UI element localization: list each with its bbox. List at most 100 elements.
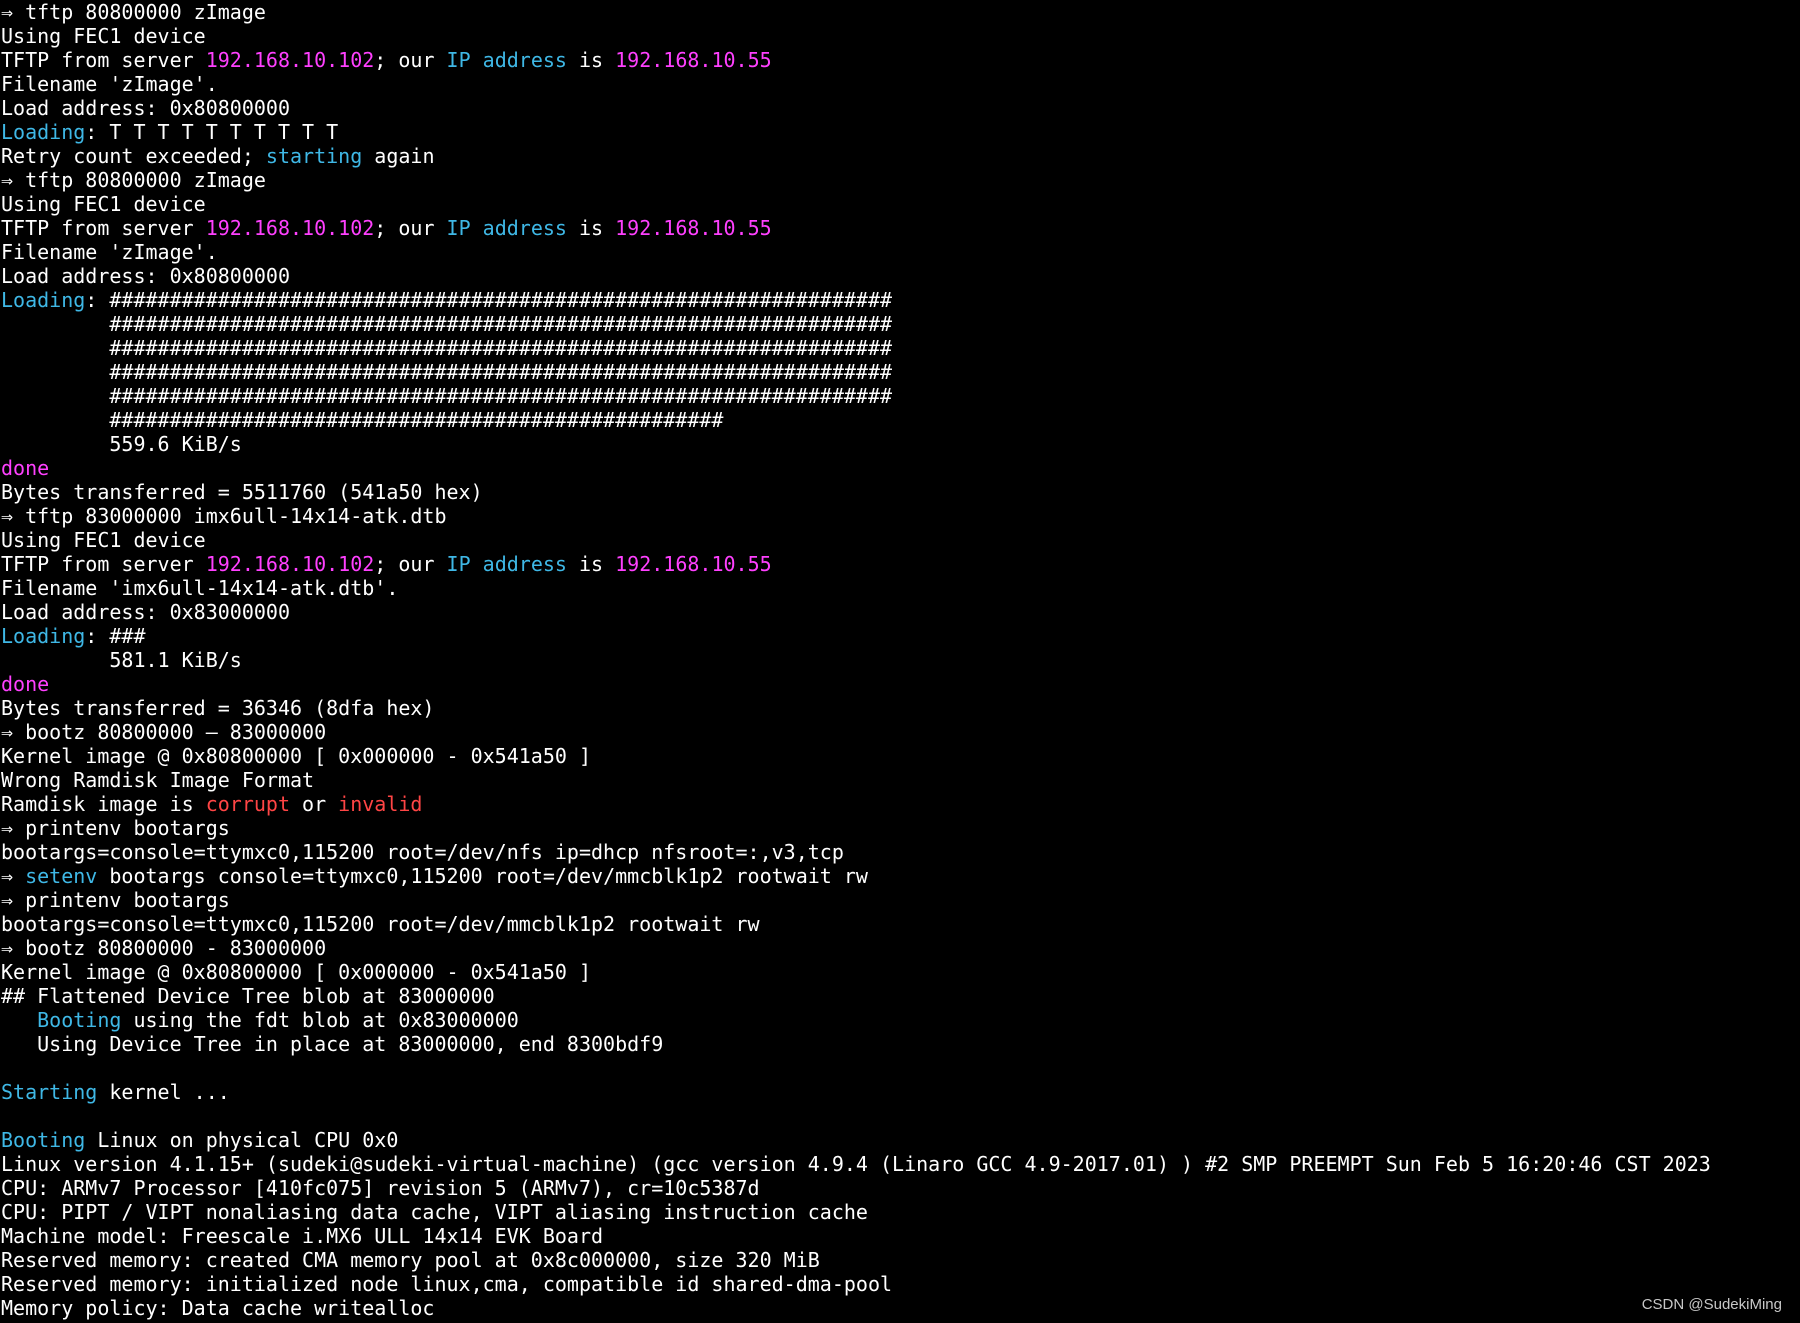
terminal-line: ########################################…: [0, 312, 1800, 336]
terminal-text-segment: 192.168.10.102: [205, 48, 375, 72]
terminal-text-segment: ########################################…: [1, 408, 724, 432]
terminal-text-segment: ⇒ tftp 83000000 imx6ull-14x14-atk.dtb: [1, 504, 447, 528]
terminal-line: Filename 'zImage'.: [0, 240, 1800, 264]
terminal-text-segment: Bytes transferred = 5511760 (541a50 hex): [1, 480, 483, 504]
terminal-line: Reserved memory: initialized node linux,…: [0, 1272, 1800, 1296]
terminal-line: TFTP from server 192.168.10.102; our IP …: [0, 48, 1800, 72]
terminal-text-segment: ########################################…: [1, 360, 893, 384]
terminal-text-segment: Load address: 0x80800000: [1, 96, 290, 120]
terminal-line: Ramdisk image is corrupt or invalid: [0, 792, 1800, 816]
terminal-line: Memory policy: Data cache writealloc: [0, 1296, 1800, 1320]
terminal-text-segment: : ######################################…: [85, 288, 893, 312]
terminal-text-segment: Kernel image @ 0x80800000 [ 0x000000 - 0…: [1, 960, 592, 984]
terminal-text-segment: Reserved memory: created CMA memory pool…: [1, 1248, 820, 1272]
terminal-line: done: [0, 672, 1800, 696]
terminal-text-segment: TFTP from server: [1, 216, 206, 240]
terminal-line: ⇒ tftp 80800000 zImage: [0, 168, 1800, 192]
terminal-text-segment: ⇒: [1, 864, 26, 888]
terminal-text-segment: TFTP from server: [1, 48, 206, 72]
terminal-text-segment: Linux on physical CPU 0x0: [85, 1128, 399, 1152]
terminal-line: CPU: PIPT / VIPT nonaliasing data cache,…: [0, 1200, 1800, 1224]
terminal-text-segment: Retry count exceeded;: [1, 144, 266, 168]
terminal-text-segment: Load address: 0x80800000: [1, 264, 290, 288]
terminal-text-segment: 192.168.10.102: [205, 216, 375, 240]
terminal-line: Reserved memory: created CMA memory pool…: [0, 1248, 1800, 1272]
terminal-line: bootargs=console=ttymxc0,115200 root=/de…: [0, 912, 1800, 936]
terminal-text-segment: Wrong Ramdisk Image Format: [1, 768, 315, 792]
terminal-text-segment: again: [362, 144, 435, 168]
terminal-line: 581.1 KiB/s: [0, 648, 1800, 672]
terminal-text-segment: Booting: [1, 1128, 86, 1152]
terminal-line: 559.6 KiB/s: [0, 432, 1800, 456]
terminal-line: Booting using the fdt blob at 0x83000000: [0, 1008, 1800, 1032]
terminal-line: Filename 'zImage'.: [0, 72, 1800, 96]
terminal-line: Using FEC1 device: [0, 192, 1800, 216]
terminal-text-segment: ⇒ printenv bootargs: [1, 816, 230, 840]
terminal-text-segment: Booting: [37, 1008, 122, 1032]
terminal-line: Filename 'imx6ull-14x14-atk.dtb'.: [0, 576, 1800, 600]
terminal-line: Machine model: Freescale i.MX6 ULL 14x14…: [0, 1224, 1800, 1248]
terminal-text-segment: ⇒ tftp 80800000 zImage: [1, 168, 266, 192]
terminal-text-segment: Linux version 4.1.15+ (sudeki@sudeki-vir…: [1, 1152, 1711, 1176]
terminal-text-segment: starting: [265, 144, 363, 168]
terminal-line: CPU: ARMv7 Processor [410fc075] revision…: [0, 1176, 1800, 1200]
terminal-text-segment: ########################################…: [1, 312, 893, 336]
terminal-text-segment: TFTP from server: [1, 552, 206, 576]
terminal-line: Bytes transferred = 36346 (8dfa hex): [0, 696, 1800, 720]
terminal-text-segment: Loading: [1, 624, 86, 648]
terminal-line: Starting kernel ...: [0, 1080, 1800, 1104]
terminal-line: Loading: ###############################…: [0, 288, 1800, 312]
terminal-text-segment: ⇒ bootz 80800000 – 83000000: [1, 720, 327, 744]
terminal-text-segment: Starting: [1, 1080, 98, 1104]
terminal-line: Load address: 0x80800000: [0, 96, 1800, 120]
terminal-text-segment: ########################################…: [1, 336, 893, 360]
terminal-text-segment: corrupt: [205, 792, 290, 816]
terminal-line: Booting Linux on physical CPU 0x0: [0, 1128, 1800, 1152]
terminal-text-segment: ⇒ printenv bootargs: [1, 888, 230, 912]
terminal-line: ⇒ tftp 80800000 zImage: [0, 0, 1800, 24]
terminal-line: Kernel image @ 0x80800000 [ 0x000000 - 0…: [0, 960, 1800, 984]
terminal-text-segment: ; our: [374, 552, 447, 576]
terminal-output[interactable]: ⇒ tftp 80800000 zImage Using FEC1 device T…: [0, 0, 1800, 1323]
terminal-line: ⇒ bootz 80800000 – 83000000: [0, 720, 1800, 744]
terminal-line: ########################################…: [0, 384, 1800, 408]
terminal-text-segment: done: [1, 672, 50, 696]
terminal-text-segment: 192.168.10.55: [615, 48, 772, 72]
terminal-line: bootargs=console=ttymxc0,115200 root=/de…: [0, 840, 1800, 864]
terminal-text-segment: 192.168.10.102: [205, 552, 375, 576]
terminal-text-segment: or: [290, 792, 339, 816]
terminal-line: ⇒ bootz 80800000 - 83000000: [0, 936, 1800, 960]
terminal-text-segment: Machine model: Freescale i.MX6 ULL 14x14…: [1, 1224, 604, 1248]
terminal-text-segment: ## Flattened Device Tree blob at 8300000…: [1, 984, 495, 1008]
terminal-text-segment: Loading: [1, 288, 86, 312]
terminal-line: Loading: T T T T T T T T T T: [0, 120, 1800, 144]
terminal-line: Load address: 0x83000000: [0, 600, 1800, 624]
terminal-text-segment: Using FEC1 device: [1, 528, 206, 552]
terminal-line: ########################################…: [0, 336, 1800, 360]
terminal-text-segment: Filename 'zImage'.: [1, 240, 218, 264]
terminal-text-segment: ########################################…: [1, 384, 893, 408]
terminal-line: ⇒ printenv bootargs: [0, 816, 1800, 840]
terminal-line: ########################################…: [0, 360, 1800, 384]
terminal-text-segment: ⇒ tftp 80800000 zImage: [1, 0, 266, 24]
terminal-text-segment: CPU: ARMv7 Processor [410fc075] revision…: [1, 1176, 760, 1200]
terminal-text-segment: ; our: [374, 48, 447, 72]
terminal-text-segment: Using Device Tree in place at 83000000, …: [1, 1032, 664, 1056]
terminal-text-segment: done: [1, 456, 50, 480]
terminal-line: Load address: 0x80800000: [0, 264, 1800, 288]
terminal-text-segment: IP address: [446, 48, 567, 72]
terminal-text-segment: is: [566, 48, 616, 72]
terminal-line: Using Device Tree in place at 83000000, …: [0, 1032, 1800, 1056]
terminal-text-segment: Reserved memory: initialized node linux,…: [1, 1272, 893, 1296]
terminal-text-segment: bootargs=console=ttymxc0,115200 root=/de…: [1, 840, 844, 864]
terminal-text-segment: Kernel image @ 0x80800000 [ 0x000000 - 0…: [1, 744, 592, 768]
watermark: CSDN @SudekiMing: [1641, 1296, 1782, 1313]
terminal-text-segment: Bytes transferred = 36346 (8dfa hex): [1, 696, 435, 720]
terminal-line: TFTP from server 192.168.10.102; our IP …: [0, 552, 1800, 576]
terminal-line: ⇒ setenv bootargs console=ttymxc0,115200…: [0, 864, 1800, 888]
terminal-text-segment: Filename 'zImage'.: [1, 72, 218, 96]
terminal-text-segment: 581.1 KiB/s: [1, 648, 242, 672]
